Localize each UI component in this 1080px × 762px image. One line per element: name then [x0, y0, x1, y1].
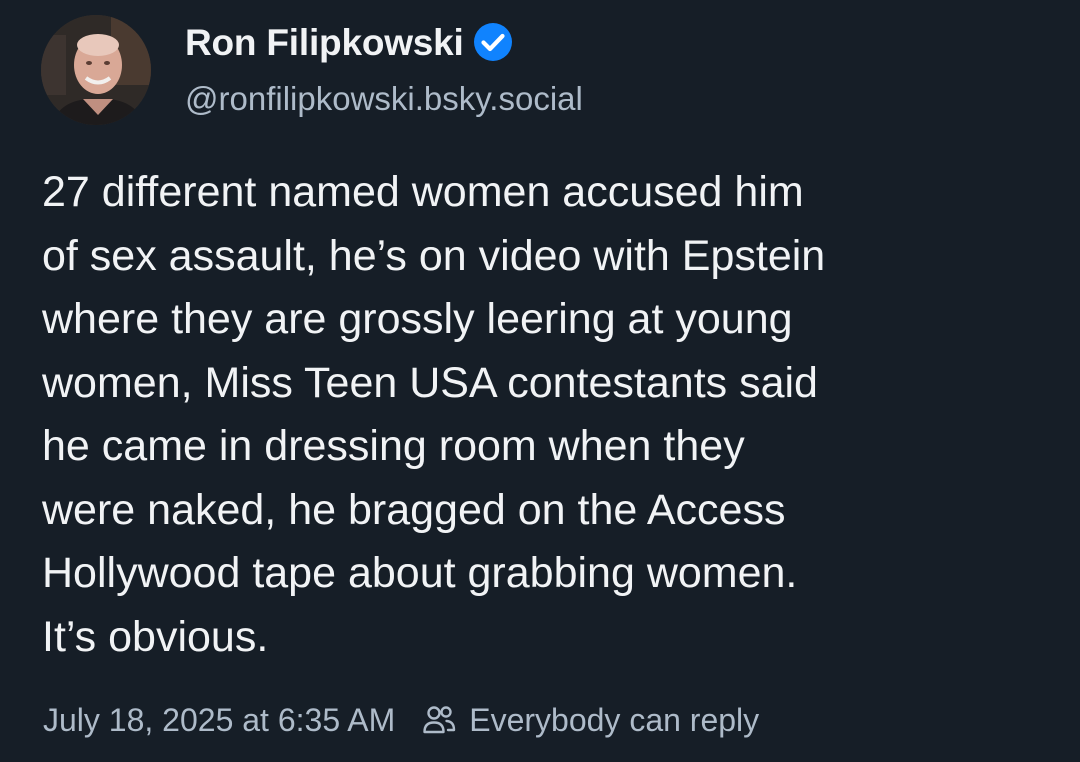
- post-text-line: he came in dressing room when they: [42, 422, 745, 470]
- author-name-row[interactable]: Ron Filipkowski: [185, 18, 514, 68]
- post-text-line: women, Miss Teen USA contestants said: [42, 358, 818, 407]
- post-text-line: 27 different named women accused him: [42, 168, 804, 216]
- post-text-line: of sex assault, he’s on video with Epste…: [42, 231, 826, 280]
- post-meta: July 18, 2025 at 6:35 AM Everybody can r…: [43, 697, 759, 743]
- author-handle[interactable]: @ronfilipkowski.bsky.social: [185, 76, 583, 122]
- author-display-name[interactable]: Ron Filipkowski: [185, 22, 464, 63]
- people-icon: [423, 706, 456, 734]
- post-card: Ron Filipkowski @ronfilipkowski.bsky.soc…: [0, 0, 1080, 762]
- reply-setting-label[interactable]: Everybody can reply: [469, 697, 759, 743]
- post-text-line: were naked, he bragged on the Access: [42, 485, 786, 534]
- post-text-line: It’s obvious.: [42, 612, 269, 661]
- verified-checkmark-icon[interactable]: [472, 21, 514, 63]
- post-text: 27 different named women accused him of …: [42, 161, 1052, 669]
- avatar-image: [41, 15, 151, 125]
- author-avatar[interactable]: [41, 15, 151, 125]
- post-text-line: Hollywood tape about grabbing women.: [42, 549, 798, 597]
- post-timestamp[interactable]: July 18, 2025 at 6:35 AM: [43, 697, 395, 743]
- post-text-line: where they are grossly leering at young: [42, 295, 793, 343]
